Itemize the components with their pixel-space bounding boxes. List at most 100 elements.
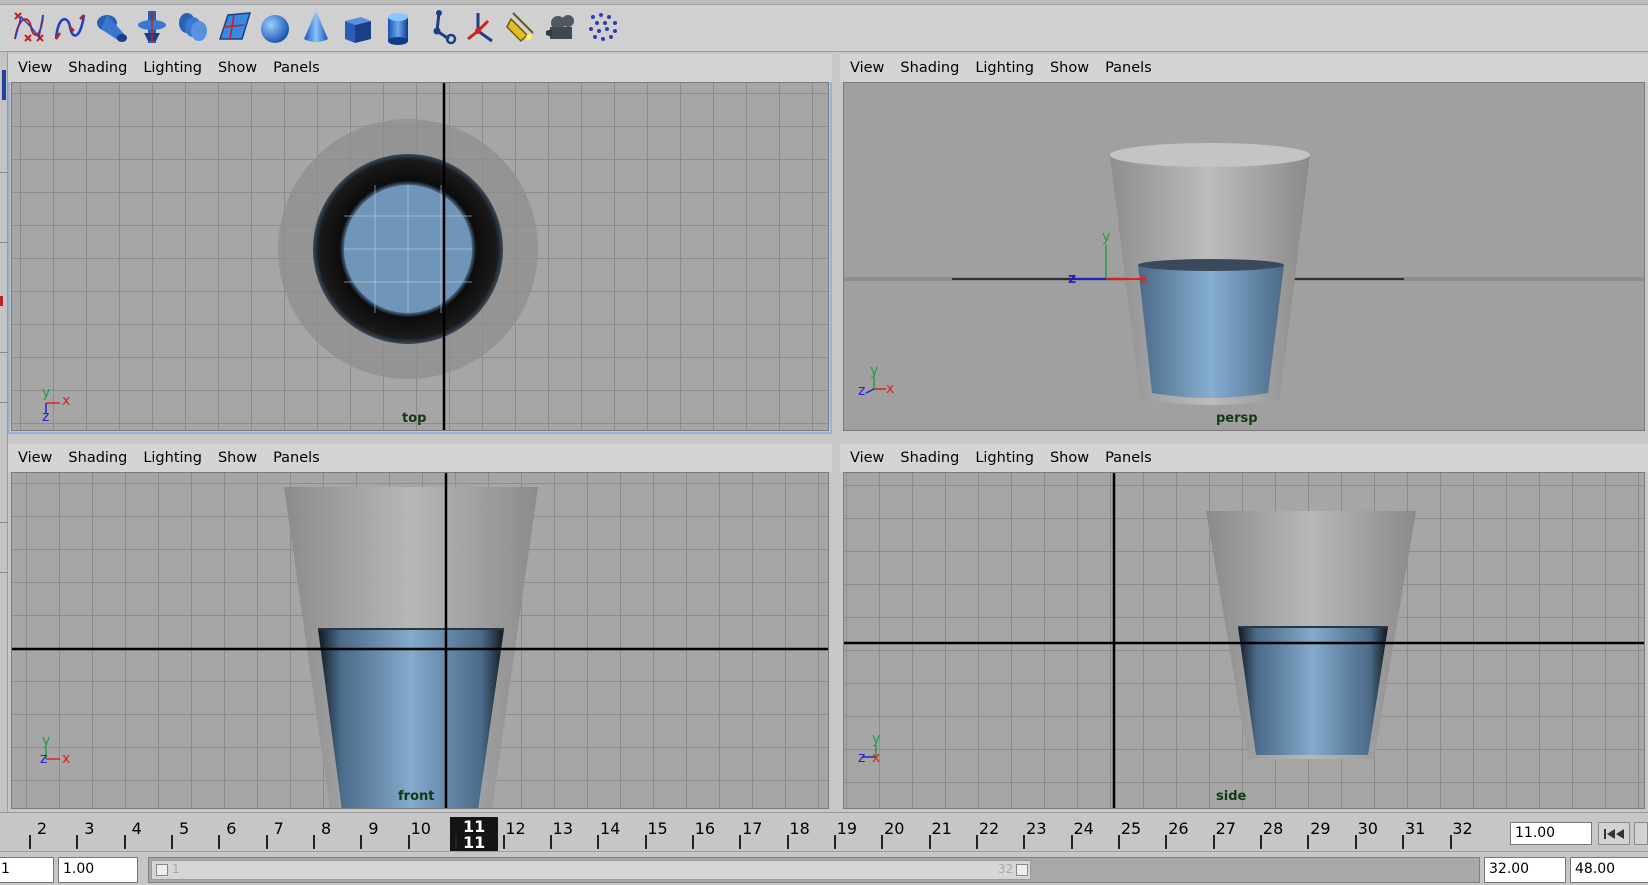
- current-time-field[interactable]: 11.00: [1510, 822, 1592, 845]
- particle-tool-icon[interactable]: [582, 6, 623, 48]
- animation-end-field[interactable]: 48.00: [1570, 857, 1648, 883]
- spot-light-icon[interactable]: [500, 6, 541, 48]
- extrude-icon[interactable]: [172, 6, 213, 48]
- camera-icon[interactable]: [541, 6, 582, 48]
- select-tool-icon[interactable]: [2, 70, 6, 100]
- frame-number: 13: [552, 819, 574, 838]
- frame-number: 15: [647, 819, 668, 838]
- range-bar[interactable]: 1 32: [151, 860, 1031, 880]
- menu-shading[interactable]: Shading: [900, 450, 959, 466]
- step-back-button[interactable]: [1634, 822, 1648, 845]
- frame-tick: [218, 835, 221, 849]
- viewport-persp[interactable]: y x z x y z persp: [843, 82, 1645, 431]
- pivot-y-label: y: [1102, 229, 1110, 245]
- time-slider[interactable]: 2 3 4 5 6 7 8 9 10 11 11 12 13 14 15 16 17 18 19 20 21 22 23 24…: [0, 812, 1648, 851]
- menu-show[interactable]: Show: [218, 450, 257, 466]
- playback-end-field[interactable]: 32.00: [1484, 857, 1566, 883]
- menu-panels[interactable]: Panels: [273, 450, 320, 466]
- frame-tick: [1023, 835, 1026, 849]
- menu-panels[interactable]: Panels: [1105, 450, 1152, 466]
- frame-tick: [1449, 835, 1452, 849]
- menu-view[interactable]: View: [850, 60, 884, 76]
- frame-number: 5: [178, 819, 190, 838]
- time-slider-ticks[interactable]: 2 3 4 5 6 7 8 9 10 11 11 12 13 14 15 16 17 18 19 20 21 22 23 24…: [0, 813, 1500, 851]
- menu-lighting[interactable]: Lighting: [975, 450, 1034, 466]
- menu-lighting[interactable]: Lighting: [975, 60, 1034, 76]
- current-frame-marker[interactable]: 11 11: [450, 817, 499, 851]
- pane-menubar: View Shading Lighting Show Panels: [8, 54, 832, 82]
- axis-indicator-top: x y z: [36, 383, 76, 425]
- frame-tick: [1118, 835, 1121, 849]
- water-body: [1138, 265, 1284, 398]
- viewport-pane-front[interactable]: View Shading Lighting Show Panels x y z …: [8, 444, 832, 812]
- frame-tick: [881, 835, 884, 849]
- menu-view[interactable]: View: [850, 450, 884, 466]
- menu-show[interactable]: Show: [218, 60, 257, 76]
- manipulator-icon[interactable]: [0, 296, 3, 306]
- axis-z-label: z: [858, 383, 865, 399]
- planar-surface-icon[interactable]: [213, 6, 254, 48]
- go-to-start-icon: [1604, 828, 1624, 839]
- frame-tick: [265, 835, 268, 849]
- loft-icon[interactable]: [131, 6, 172, 48]
- viewport-top[interactable]: x y z top: [11, 82, 829, 431]
- pivot-z-label: z: [1068, 271, 1076, 287]
- nurbs-cylinder-icon[interactable]: [377, 6, 418, 48]
- axis-indicator-side: z y x: [854, 729, 894, 769]
- axis-x-label: x: [872, 750, 880, 766]
- menu-show[interactable]: Show: [1050, 450, 1089, 466]
- revolve-icon[interactable]: [90, 6, 131, 48]
- camera-label-front: front: [398, 789, 435, 804]
- frame-number: 4: [131, 819, 142, 838]
- range-track[interactable]: 1 32: [148, 857, 1480, 883]
- pivot-x-label: x: [1140, 271, 1148, 287]
- frame-tick: [739, 835, 742, 849]
- frame-tick: [786, 835, 789, 849]
- playback-start-field[interactable]: 1.00: [58, 857, 138, 883]
- menu-panels[interactable]: Panels: [1105, 60, 1152, 76]
- viewport-pane-persp[interactable]: View Shading Lighting Show Panels y x z …: [840, 54, 1648, 434]
- menu-view[interactable]: View: [18, 450, 52, 466]
- nurbs-sphere-icon[interactable]: [254, 6, 295, 48]
- frame-tick: [171, 835, 174, 849]
- menu-shading[interactable]: Shading: [900, 60, 959, 76]
- range-slider[interactable]: 1 1.00 1 32 32.00 48.00: [0, 851, 1648, 885]
- shelf-tab-bar: [0, 0, 1648, 5]
- viewport-pane-side[interactable]: View Shading Lighting Show Panels z y x …: [840, 444, 1648, 812]
- menu-shading[interactable]: Shading: [68, 60, 127, 76]
- frame-tick: [123, 835, 126, 849]
- menu-view[interactable]: View: [18, 60, 52, 76]
- menu-shading[interactable]: Shading: [68, 450, 127, 466]
- frame-number: 9: [368, 819, 379, 838]
- ep-curve-tool-icon[interactable]: [49, 6, 90, 48]
- tool-box[interactable]: [0, 52, 8, 812]
- range-start-handle[interactable]: [156, 864, 168, 876]
- axis-x-label: x: [62, 751, 70, 767]
- viewport-pane-top[interactable]: View Shading Lighting Show Panels x y z …: [8, 54, 832, 434]
- cv-curve-tool-icon[interactable]: [8, 6, 49, 48]
- water-surface: [1138, 259, 1284, 271]
- range-end-handle[interactable]: [1016, 864, 1028, 876]
- viewport-front[interactable]: x y z front: [11, 472, 829, 809]
- pane-menubar: View Shading Lighting Show Panels: [840, 444, 1648, 472]
- joint-tool-icon[interactable]: [418, 6, 459, 48]
- viewport-side[interactable]: z y x side: [843, 472, 1645, 809]
- menu-lighting[interactable]: Lighting: [143, 450, 202, 466]
- go-to-start-button[interactable]: [1598, 822, 1630, 845]
- frame-tick: [455, 835, 458, 849]
- nurbs-cube-icon[interactable]: [336, 6, 377, 48]
- frame-number: 16: [694, 819, 716, 838]
- menu-show[interactable]: Show: [1050, 60, 1089, 76]
- frame-tick: [549, 835, 552, 849]
- menu-panels[interactable]: Panels: [273, 60, 320, 76]
- frame-tick: [597, 835, 600, 849]
- frame-tick: [29, 835, 31, 849]
- axis-x-label: x: [886, 381, 894, 397]
- frame-number: 29: [1310, 819, 1331, 838]
- ik-handle-icon[interactable]: [459, 6, 500, 48]
- animation-start-field[interactable]: 1: [0, 857, 54, 883]
- front-view-scene: [12, 473, 828, 808]
- nurbs-cone-icon[interactable]: [295, 6, 336, 48]
- frame-tick: [1354, 835, 1357, 849]
- menu-lighting[interactable]: Lighting: [143, 60, 202, 76]
